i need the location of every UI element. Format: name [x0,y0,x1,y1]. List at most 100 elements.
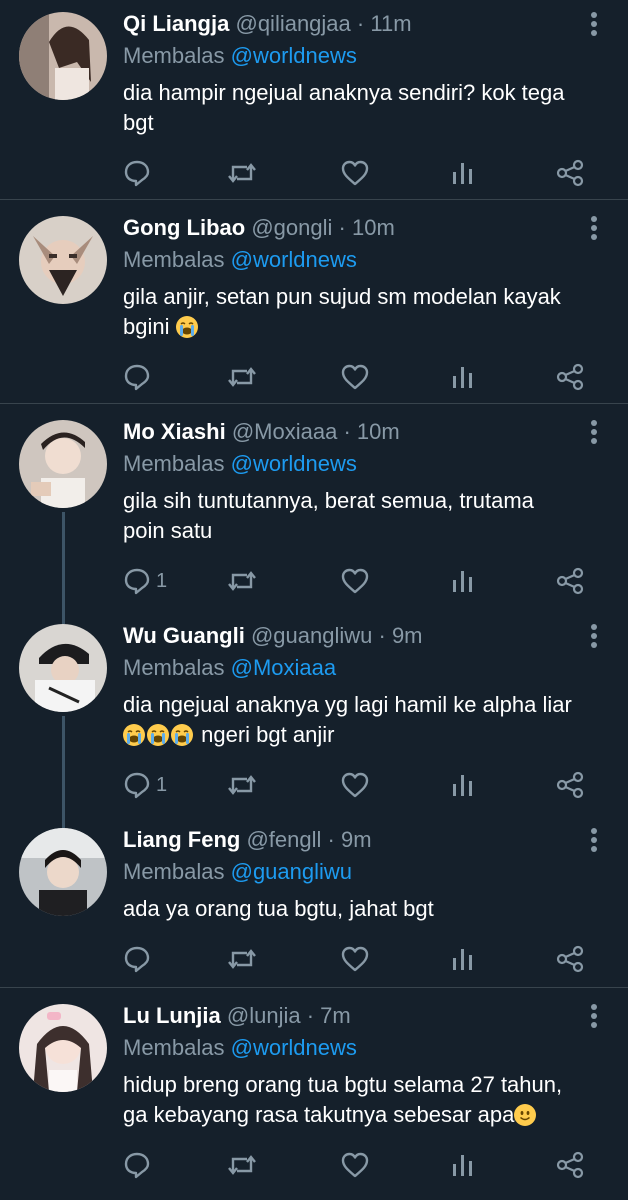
handle[interactable]: @guangliwu [251,623,372,648]
retweet-button[interactable] [226,156,258,190]
views-button[interactable] [449,768,477,802]
views-button[interactable] [449,564,477,598]
avatar[interactable] [19,420,107,508]
mention-link[interactable]: @guangliwu [231,859,352,884]
share-button[interactable] [555,1148,585,1182]
handle[interactable]: @lunjia [227,1003,301,1028]
more-options-icon[interactable] [586,1002,602,1030]
avatar[interactable] [19,216,107,304]
like-button[interactable] [340,564,370,598]
share-icon [555,362,585,392]
tweet[interactable]: Lu Lunjia @lunjia · 7m Membalas @worldne… [0,992,628,1200]
timestamp[interactable]: 7m [320,1003,351,1028]
timestamp[interactable]: 9m [341,827,372,852]
like-button[interactable] [340,360,370,394]
display-name[interactable]: Liang Feng [123,827,240,852]
more-options-icon[interactable] [586,622,602,650]
display-name[interactable]: Mo Xiashi [123,419,226,444]
tweet[interactable]: Liang Feng @fengll · 9m Membalas @guangl… [0,816,628,988]
replying-to-label: Membalas [123,451,225,476]
tweet-text: gila anjir, setan pun sujud sm modelan k… [123,282,593,342]
share-button[interactable] [555,360,585,394]
bar-chart-icon [449,158,477,188]
handle[interactable]: @qiliangjaa [235,11,350,36]
display-name[interactable]: Qi Liangja [123,11,229,36]
text-line-with-emoji: ga kebayang rasa takutnya sebesar apa [123,1100,593,1130]
action-bar [0,156,628,190]
avatar[interactable] [19,12,107,100]
more-options-icon[interactable] [586,418,602,446]
more-options-icon[interactable] [586,10,602,38]
timestamp[interactable]: 10m [352,215,395,240]
like-button[interactable] [340,768,370,802]
retweet-icon [226,362,258,392]
retweet-icon [226,1150,258,1180]
reply-button[interactable]: 1 [122,564,167,598]
retweet-button[interactable] [226,768,258,802]
text-line: hidup breng orang tua bgtu selama 27 tah… [123,1072,563,1097]
tweet-header: Gong Libao @gongli · 10m [123,212,568,244]
speech-bubble-icon [122,362,152,392]
views-button[interactable] [449,156,477,190]
reply-button[interactable] [122,1148,152,1182]
heart-icon [340,362,370,392]
tweet-header: Lu Lunjia @lunjia · 7m [123,1000,568,1032]
display-name[interactable]: Lu Lunjia [123,1003,221,1028]
replying-to-label: Membalas [123,43,225,68]
display-name[interactable]: Wu Guangli [123,623,245,648]
avatar[interactable] [19,828,107,916]
views-button[interactable] [449,360,477,394]
divider [0,403,628,404]
timestamp[interactable]: 9m [392,623,423,648]
speech-bubble-icon [122,944,152,974]
reply-button[interactable] [122,156,152,190]
retweet-button[interactable] [226,942,258,976]
retweet-icon [226,944,258,974]
avatar[interactable] [19,624,107,712]
mention-link[interactable]: @worldnews [231,43,357,68]
mention-link[interactable]: @Moxiaaa [231,655,337,680]
reply-button[interactable] [122,360,152,394]
text-line: ngeri bgt anjir [201,722,335,747]
display-name[interactable]: Gong Libao [123,215,245,240]
reply-feed: Qi Liangja @qiliangjaa · 11m Membalas @w… [0,0,628,1200]
timestamp[interactable]: 10m [357,419,400,444]
more-options-icon[interactable] [586,214,602,242]
retweet-button[interactable] [226,1148,258,1182]
mention-link[interactable]: @worldnews [231,1035,357,1060]
retweet-icon [226,158,258,188]
heart-icon [340,566,370,596]
handle[interactable]: @Moxiaaa [232,419,338,444]
mention-link[interactable]: @worldnews [231,451,357,476]
share-button[interactable] [555,942,585,976]
more-options-icon[interactable] [586,826,602,854]
reply-button[interactable] [122,942,152,976]
views-button[interactable] [449,942,477,976]
avatar[interactable] [19,1004,107,1092]
speech-bubble-icon [122,566,152,596]
reply-button[interactable]: 1 [122,768,167,802]
tweet[interactable]: Gong Libao @gongli · 10m Membalas @world… [0,204,628,404]
tweet[interactable]: Wu Guangli @guangliwu · 9m Membalas @Mox… [0,612,628,816]
share-button[interactable] [555,156,585,190]
handle[interactable]: @gongli [251,215,332,240]
like-button[interactable] [340,942,370,976]
share-button[interactable] [555,768,585,802]
text-line-with-emoji: bgini [123,312,593,342]
tweet-text: gila sih tuntutannya, berat semua, truta… [123,486,593,546]
timestamp[interactable]: 11m [370,11,411,36]
mention-link[interactable]: @worldnews [231,247,357,272]
retweet-button[interactable] [226,360,258,394]
tweet[interactable]: Mo Xiashi @Moxiaaa · 10m Membalas @world… [0,408,628,612]
share-button[interactable] [555,564,585,598]
retweet-button[interactable] [226,564,258,598]
bar-chart-icon [449,1150,477,1180]
like-button[interactable] [340,156,370,190]
slightly-smiling-face-icon [514,1104,537,1126]
like-button[interactable] [340,1148,370,1182]
replying-to: Membalas @guangliwu [123,856,352,888]
tweet-header: Mo Xiashi @Moxiaaa · 10m [123,416,568,448]
views-button[interactable] [449,1148,477,1182]
tweet[interactable]: Qi Liangja @qiliangjaa · 11m Membalas @w… [0,0,628,200]
handle[interactable]: @fengll [246,827,321,852]
